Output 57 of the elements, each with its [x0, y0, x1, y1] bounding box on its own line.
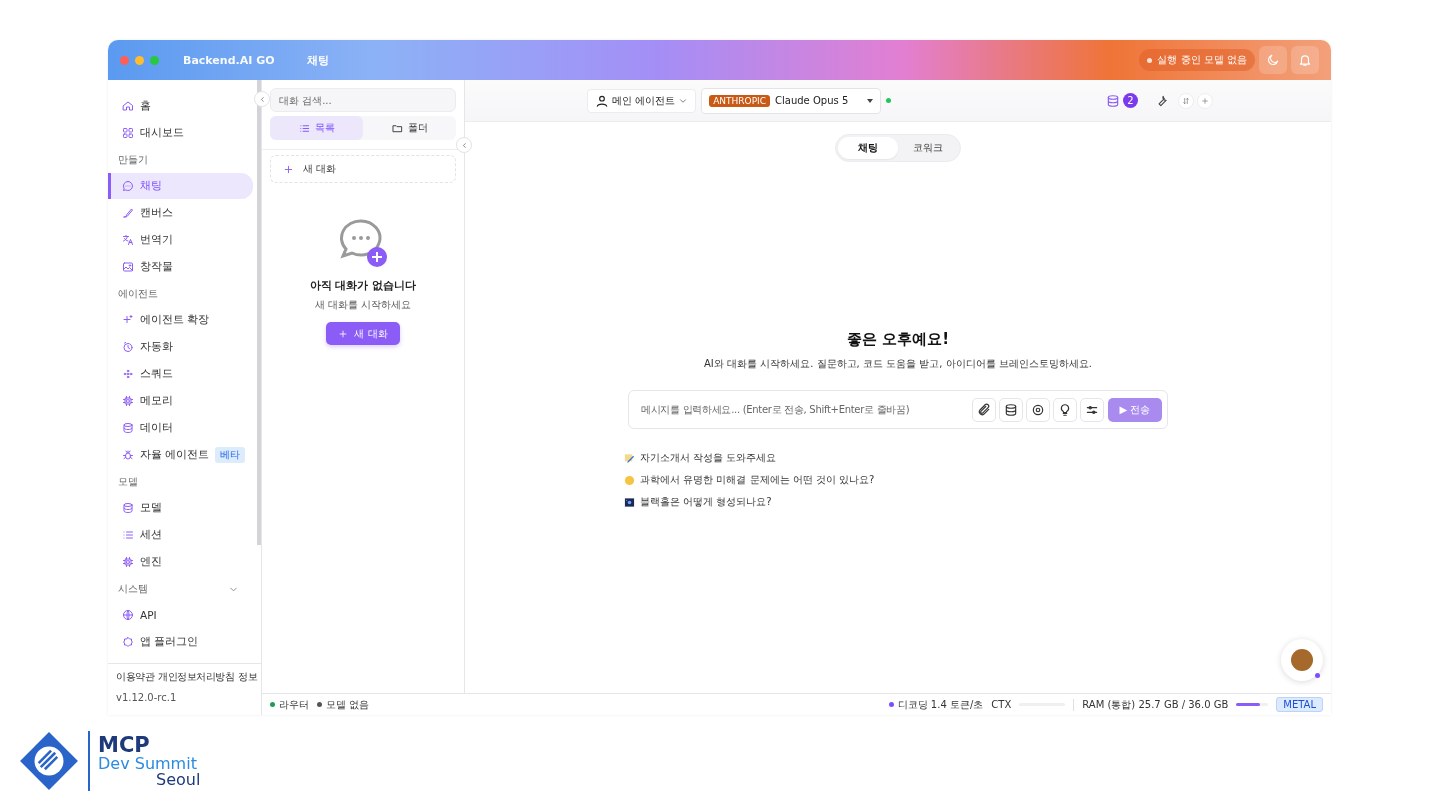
event-city: Seoul	[156, 771, 201, 788]
footer-link[interactable]: 정보	[238, 670, 257, 684]
sidebar-item[interactable]: 채팅	[108, 173, 253, 199]
sidebar-item[interactable]: 홈	[108, 93, 253, 119]
tab[interactable]: 코워크	[898, 137, 958, 159]
agent-selector[interactable]: 메인 에이전트	[587, 88, 697, 113]
footer-link[interactable]: 개인정보처리방침	[158, 670, 234, 684]
ctx-label: CTX	[991, 699, 1012, 710]
model-selector[interactable]: ANTHROPIC Claude Opus 5	[701, 87, 882, 114]
section-heading: 모델	[118, 475, 138, 489]
count-badge: 2	[1123, 93, 1138, 108]
app-name: Backend.AI GO	[183, 53, 275, 67]
greeting-title: 좋은 오후예요!	[846, 330, 950, 349]
tab[interactable]: 폴더	[363, 116, 456, 140]
empty-title: 아직 대화가 없습니다	[309, 279, 417, 293]
sidebar-item[interactable]: 캔버스	[108, 200, 253, 226]
new-conversation-button[interactable]: 새 대화	[326, 322, 400, 345]
suggestion-item[interactable]: 과학에서 유명한 미해결 문제에는 어떤 것이 있나요?	[624, 473, 875, 487]
greeting-subtitle: AI와 대화를 시작하세요. 질문하고, 코드 도움을 받고, 아이디어를 브레인스토밍하세요.	[704, 357, 1092, 371]
sidebar-item[interactable]: 데이터	[108, 415, 253, 441]
footer-link[interactable]: 이용약관	[116, 670, 154, 684]
section-heading: 에이전트	[118, 287, 158, 301]
sidebar-item[interactable]: 번역기	[108, 227, 253, 253]
status-text: 모델 없음	[326, 697, 370, 712]
model-name: Claude Opus 5	[775, 95, 850, 106]
new-conversation-button[interactable]: 새 대화	[270, 155, 456, 183]
empty-subtitle: 새 대화를 시작하세요	[314, 298, 412, 312]
section-heading: 시스템	[118, 582, 148, 596]
status-text: 실행 중인 모델 없음	[1157, 53, 1247, 67]
sidebar-item[interactable]: 창작물	[108, 254, 253, 280]
ram-usage: RAM (통합) 25.7 GB / 36.0 GB	[1082, 697, 1229, 712]
sidebar-item[interactable]: 스쿼드	[108, 361, 253, 387]
section-heading: 만들기	[118, 153, 148, 167]
sidebar-item[interactable]: 대시보드	[108, 120, 253, 146]
beta-badge: 베타	[215, 447, 246, 463]
suggestion-item[interactable]: 자기소개서 작성을 도와주세요	[624, 451, 777, 465]
tab[interactable]: 목록	[270, 116, 363, 140]
sidebar-item[interactable]: 자율 에이전트 베타	[108, 442, 253, 468]
sidebar-item[interactable]: 모델	[108, 495, 253, 521]
provider-badge: ANTHROPIC	[709, 94, 771, 107]
version-text: v1.12.0-rc.1	[116, 692, 178, 703]
event-name: MCP	[98, 734, 151, 756]
status-text: 라우터	[279, 697, 309, 712]
sidebar-item[interactable]: 앱 플러그인	[108, 629, 253, 655]
sidebar-item[interactable]: 에이전트 확장	[108, 307, 253, 333]
suggestion-item[interactable]: 블랙홀은 어떻게 형성되나요?	[624, 495, 772, 509]
backend-badge: METAL	[1276, 697, 1323, 712]
sidebar-item[interactable]: 자동화	[108, 334, 253, 360]
sidebar-item[interactable]: API	[108, 602, 253, 628]
search-field[interactable]: 대화 검색...	[270, 88, 456, 112]
decoding-speed: 디코딩 1.4 토큰/초	[897, 697, 984, 712]
tab[interactable]: 채팅	[838, 137, 898, 159]
event-name: Dev Summit	[98, 755, 198, 772]
sidebar-item[interactable]: 메모리	[108, 388, 253, 414]
window-title: 채팅	[306, 52, 329, 68]
sidebar-item[interactable]: 세션	[108, 522, 253, 548]
sidebar-item[interactable]: 엔진	[108, 549, 253, 575]
